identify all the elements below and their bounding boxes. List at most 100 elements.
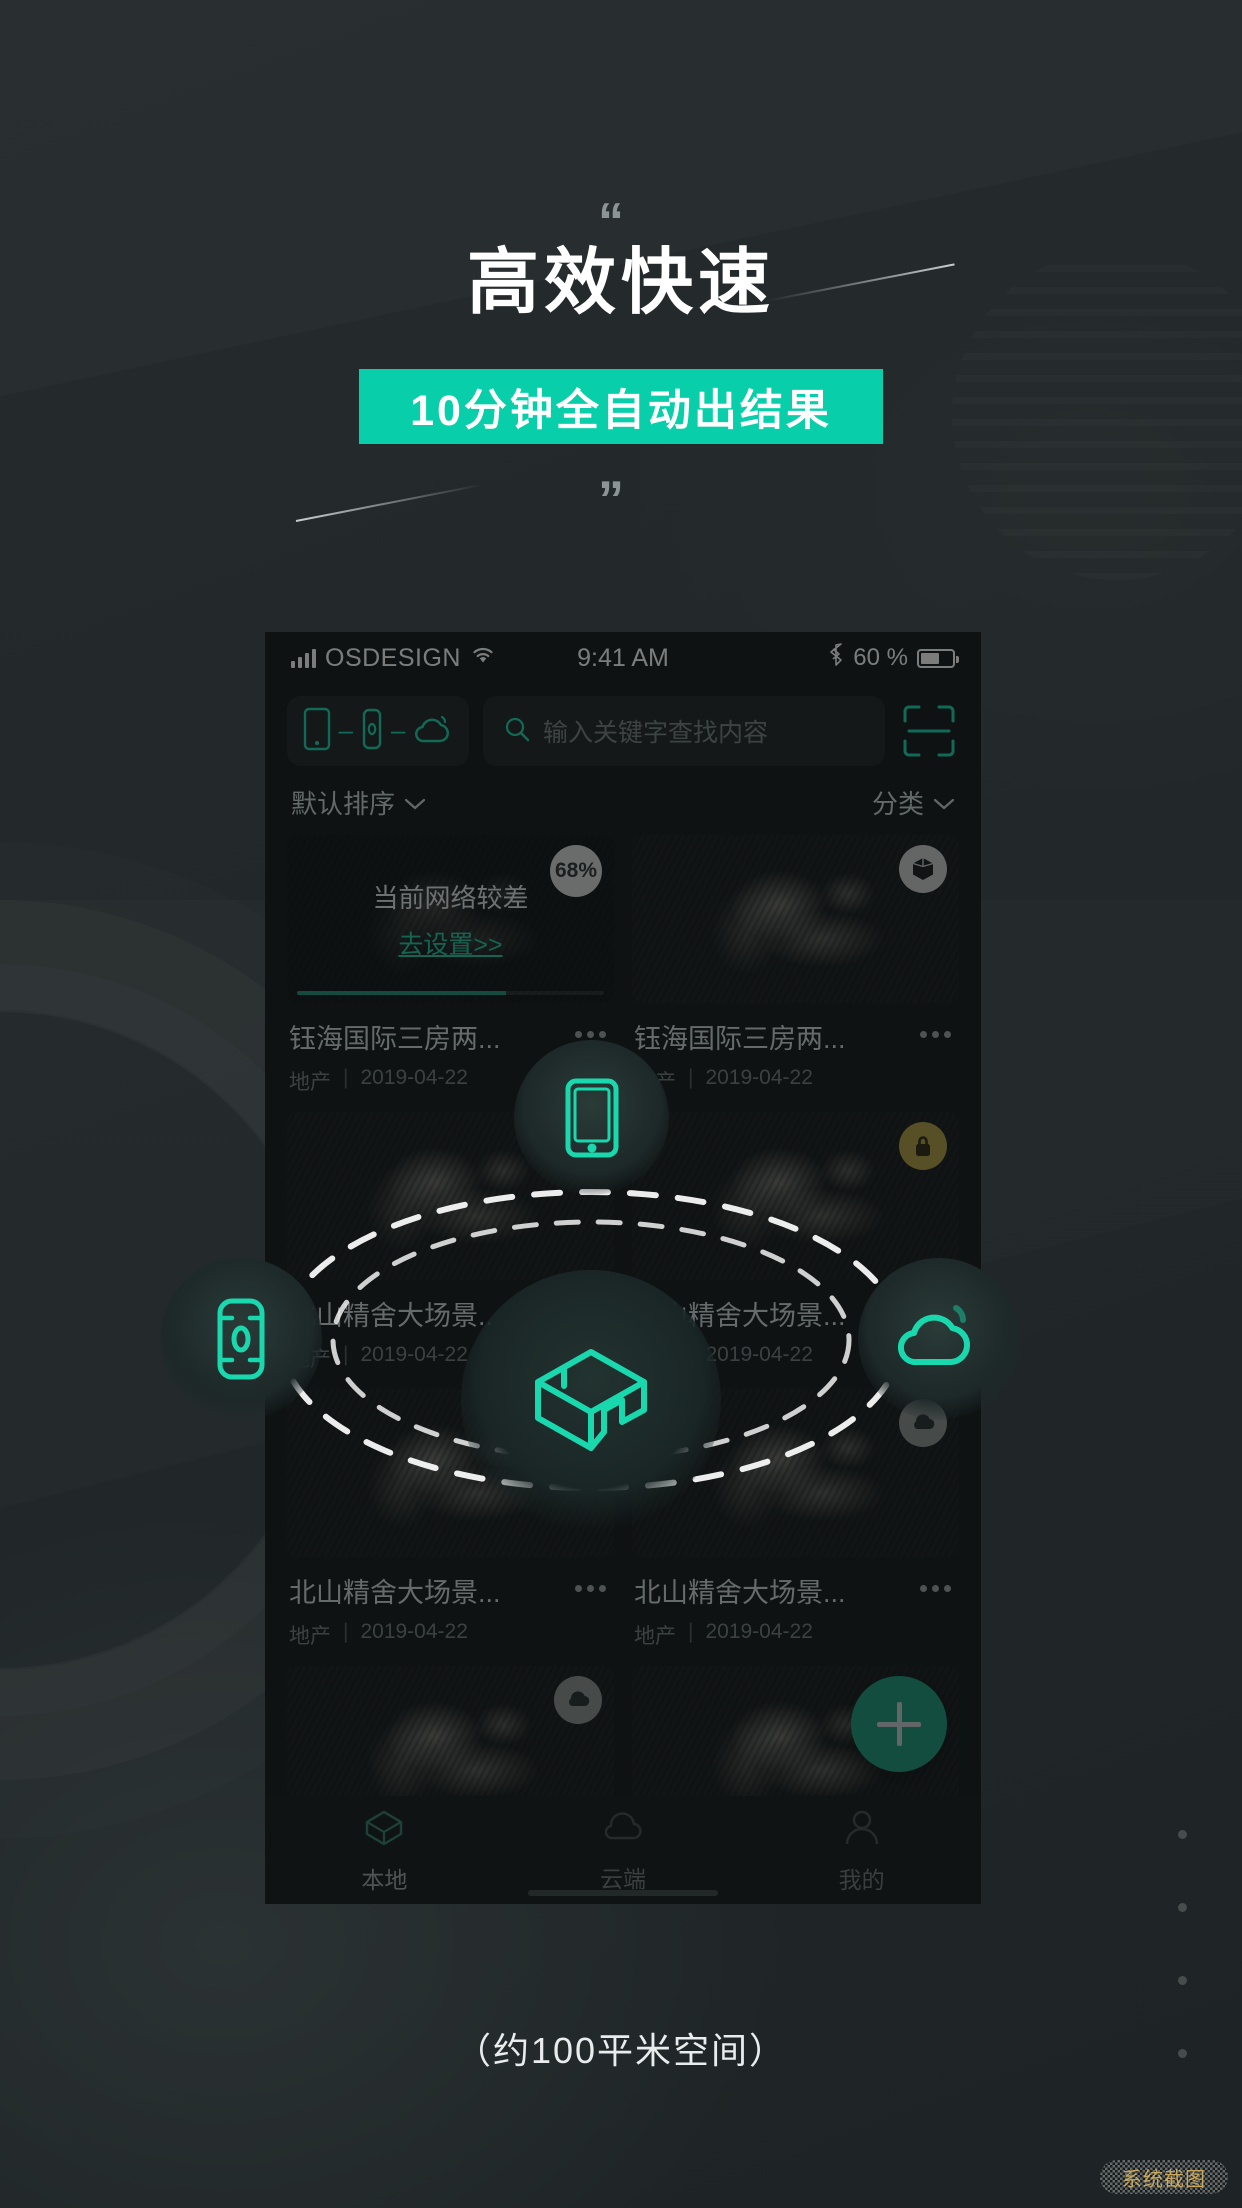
bottom-tab-bar: 本地 云端 我的 — [265, 1796, 981, 1904]
list-item[interactable]: 北山精舍大场景... 地产 | 2019-04-22 — [632, 1389, 959, 1650]
chain-dash-2: – — [391, 715, 406, 745]
meta-separator: | — [688, 1066, 694, 1089]
thumbnail[interactable] — [632, 1389, 959, 1557]
chevron-down-icon — [933, 787, 955, 818]
tab-cloud[interactable]: 云端 — [504, 1807, 743, 1894]
poster-caption: （约100平米空间） — [454, 2030, 788, 2071]
card-title: 北山精舍大场景... — [634, 1301, 846, 1331]
card-meta: 地产 | 2019-04-22 — [289, 1343, 614, 1373]
search-icon — [503, 715, 531, 748]
meta-separator: | — [688, 1620, 694, 1643]
card-category: 地产 — [634, 1348, 676, 1371]
card-date: 2019-04-22 — [360, 1620, 468, 1643]
scan-preview-image — [287, 1112, 614, 1280]
card-meta: 地产 | 2019-04-22 — [634, 1620, 959, 1650]
sort-dropdown[interactable]: 默认排序 — [291, 784, 426, 821]
tab-profile-label: 我的 — [838, 1866, 885, 1893]
card-date: 2019-04-22 — [705, 1620, 813, 1643]
more-dots-icon[interactable] — [575, 1298, 608, 1315]
page-title: 高效快速 — [466, 243, 775, 323]
list-item[interactable]: 当前网络较差 去设置>> 68% 钰海国际三房两... 地产 | 2019-04… — [287, 835, 614, 1096]
tab-profile[interactable]: 我的 — [742, 1806, 981, 1895]
quote-open-icon: “ — [598, 193, 626, 251]
thumbnail[interactable]: 当前网络较差 去设置>> 68% — [287, 835, 614, 1003]
card-title: 北山精舍大场景... — [634, 1578, 846, 1608]
card-title: 北山精舍大场景... — [289, 1301, 501, 1331]
list-item[interactable]: 钰海国际三房两... 地产 | 2019-04-22 — [632, 835, 959, 1096]
search-input[interactable]: 输入关键字查找内容 — [483, 696, 885, 766]
add-project-button[interactable] — [851, 1676, 947, 1772]
scan-frame-icon[interactable] — [899, 701, 959, 761]
meta-separator: | — [688, 1343, 694, 1366]
card-title: 钰海国际三房两... — [634, 1024, 846, 1054]
thumbnail[interactable] — [287, 1112, 614, 1280]
card-meta: 地产 | 2019-04-22 — [289, 1620, 614, 1650]
list-item[interactable]: 北山精舍大场景... 地产 | 2019-04-22 — [287, 1389, 614, 1650]
lock-icon — [899, 1122, 947, 1170]
person-icon — [841, 1806, 883, 1853]
thumbnail[interactable] — [632, 1112, 959, 1280]
meta-separator: | — [343, 1620, 349, 1643]
list-item[interactable]: 北山精舍大场景... 地产 | 2019-04-22 — [287, 1112, 614, 1373]
headline-accent-line-left — [295, 483, 483, 522]
card-category: 地产 — [289, 1625, 331, 1648]
hero-banner-label: 10分钟全自动出结果 — [410, 386, 832, 435]
cloud-icon — [600, 1807, 646, 1852]
cloud-icon — [412, 709, 454, 754]
search-placeholder: 输入关键字查找内容 — [543, 719, 769, 747]
thumbnail[interactable] — [632, 835, 959, 1003]
download-progress-bar — [297, 991, 604, 995]
cube-3d-icon — [899, 845, 947, 893]
clock-label: 9:41 AM — [577, 643, 669, 672]
scan-preview-image — [287, 1389, 614, 1557]
home-indicator — [528, 1890, 718, 1896]
card-title: 北山精舍大场景... — [289, 1578, 501, 1608]
list-item[interactable]: 北山精舍大场景... 地产 | 2019-04-22 — [632, 1112, 959, 1373]
card-category: 地产 — [634, 1071, 676, 1094]
status-bar: OSDESIGN 9:41 AM 60 % — [265, 632, 981, 684]
more-dots-icon[interactable] — [575, 1575, 608, 1592]
watermark: 系统截图 — [1100, 2160, 1228, 2194]
meta-separator: | — [343, 1343, 349, 1366]
progress-badge: 68% — [550, 845, 602, 897]
phone-icon — [302, 707, 332, 756]
cloud-icon — [554, 1676, 602, 1724]
tab-local[interactable]: 本地 — [265, 1806, 504, 1895]
card-meta: 地产 | 2019-04-22 — [634, 1343, 959, 1373]
card-meta: 地产 | 2019-04-22 — [634, 1066, 959, 1096]
card-category: 地产 — [634, 1625, 676, 1648]
tab-local-label: 本地 — [361, 1866, 408, 1893]
more-dots-icon[interactable] — [920, 1575, 953, 1592]
device-chain-chip[interactable]: – – — [287, 696, 469, 766]
card-date: 2019-04-22 — [360, 1343, 468, 1366]
card-category: 地产 — [289, 1348, 331, 1371]
chevron-down-icon — [404, 787, 426, 818]
category-dropdown[interactable]: 分类 — [872, 784, 955, 821]
sort-label: 默认排序 — [291, 789, 396, 819]
phone-mockup: OSDESIGN 9:41 AM 60 % – – 输入关键字查找内容 默认排序… — [265, 632, 981, 1904]
category-label: 分类 — [871, 789, 924, 819]
room-3d-icon — [361, 1806, 407, 1853]
scanner-device-icon — [360, 707, 384, 756]
toolbar: – – 输入关键字查找内容 — [265, 684, 981, 766]
battery-icon — [917, 648, 959, 668]
hero-banner: 10分钟全自动出结果 — [359, 369, 883, 444]
card-meta: 地产 | 2019-04-22 — [289, 1066, 614, 1096]
thumbnail[interactable] — [287, 1389, 614, 1557]
card-date: 2019-04-22 — [705, 1343, 813, 1366]
chain-dash-1: – — [338, 715, 353, 745]
cloud-icon — [899, 1399, 947, 1447]
quote-close-icon: ” — [598, 471, 626, 529]
card-title: 钰海国际三房两... — [289, 1024, 501, 1054]
more-dots-icon[interactable] — [575, 1021, 608, 1038]
network-warning-text: 当前网络较差 — [372, 882, 529, 913]
go-to-settings-link[interactable]: 去设置>> — [398, 925, 502, 961]
card-date: 2019-04-22 — [705, 1066, 813, 1089]
more-dots-icon[interactable] — [920, 1021, 953, 1038]
more-dots-icon[interactable] — [920, 1298, 953, 1315]
filter-row: 默认排序 分类 — [265, 766, 981, 831]
tab-cloud-label: 云端 — [600, 1865, 646, 1892]
meta-separator: | — [343, 1066, 349, 1089]
poster-stage: “ 高效快速 10分钟全自动出结果 ” OSDESIGN 9:41 AM 60 … — [0, 0, 1242, 2208]
card-date: 2019-04-22 — [360, 1066, 468, 1089]
